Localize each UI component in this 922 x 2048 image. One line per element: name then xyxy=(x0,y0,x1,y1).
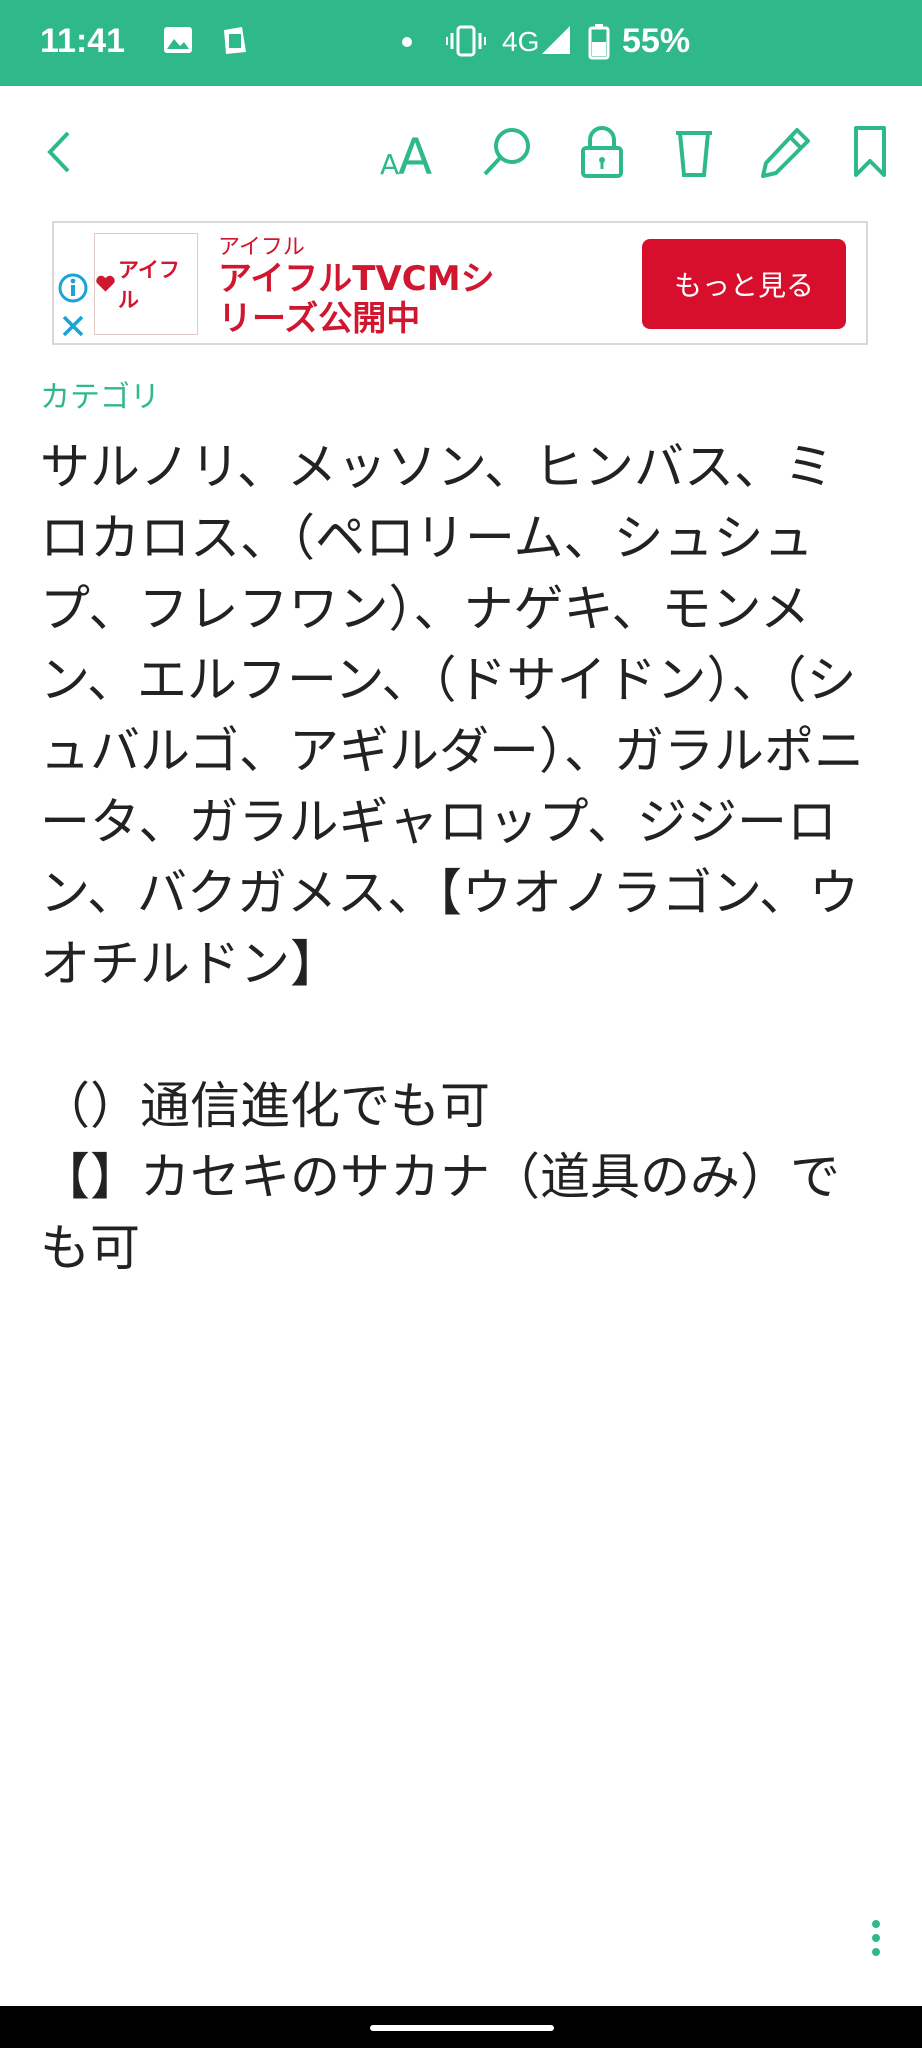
search-button[interactable] xyxy=(478,122,538,182)
system-nav-bar xyxy=(0,2006,922,2048)
heart-logo-icon xyxy=(96,275,115,292)
status-time: 11:41 xyxy=(40,22,126,60)
ad-info-icon[interactable] xyxy=(58,273,88,307)
ad-banner[interactable]: アイフル アイフル アイフルTVCMシリーズ公開中 もっと見る xyxy=(52,221,868,345)
note-category[interactable]: カテゴリ xyxy=(40,372,160,416)
svg-text:A: A xyxy=(398,128,432,182)
note-toolbar: A A xyxy=(0,86,922,216)
ad-advertiser: アイフル xyxy=(218,235,305,260)
ad-logo[interactable]: アイフル xyxy=(94,233,198,335)
image-icon xyxy=(162,24,194,61)
home-gesture-handle[interactable] xyxy=(370,2025,554,2031)
ad-close-icon[interactable] xyxy=(60,313,86,343)
back-icon xyxy=(47,131,70,173)
trash-icon xyxy=(676,131,712,177)
bookmark-icon xyxy=(854,126,886,177)
font-size-button[interactable]: A A xyxy=(374,122,444,182)
search-icon xyxy=(483,128,530,176)
edit-icon xyxy=(761,128,810,178)
svg-text:A: A xyxy=(380,148,399,181)
battery-percent: 55% xyxy=(622,22,691,60)
ad-cta-button[interactable]: もっと見る xyxy=(642,239,846,329)
more-vert-icon xyxy=(864,1920,888,1956)
battery-icon xyxy=(588,24,610,65)
lock-button[interactable] xyxy=(572,122,632,182)
notification-dot xyxy=(402,37,412,47)
ad-headline[interactable]: アイフルTVCMシリーズ公開中 xyxy=(218,259,518,339)
status-bar: 11:41 4G 55% xyxy=(0,0,922,86)
back-button[interactable] xyxy=(28,122,88,182)
edit-button[interactable] xyxy=(756,122,816,182)
signal-icon xyxy=(540,24,572,61)
delete-button[interactable] xyxy=(664,122,724,182)
more-options-button[interactable] xyxy=(864,1914,888,1964)
note-body-text[interactable]: サルノリ、メッソン、ヒンバス、ミロカロス、（ペロリーム、シュシュプ、フレフワン）… xyxy=(40,432,870,1284)
vibrate-icon xyxy=(446,24,486,63)
ad-logo-text: アイフル xyxy=(117,258,180,312)
bookmark-button[interactable] xyxy=(840,122,900,182)
font-size-icon: A A xyxy=(380,128,432,182)
clipboard-icon xyxy=(218,24,250,61)
network-type: 4G xyxy=(502,26,540,57)
lock-icon xyxy=(581,126,623,178)
